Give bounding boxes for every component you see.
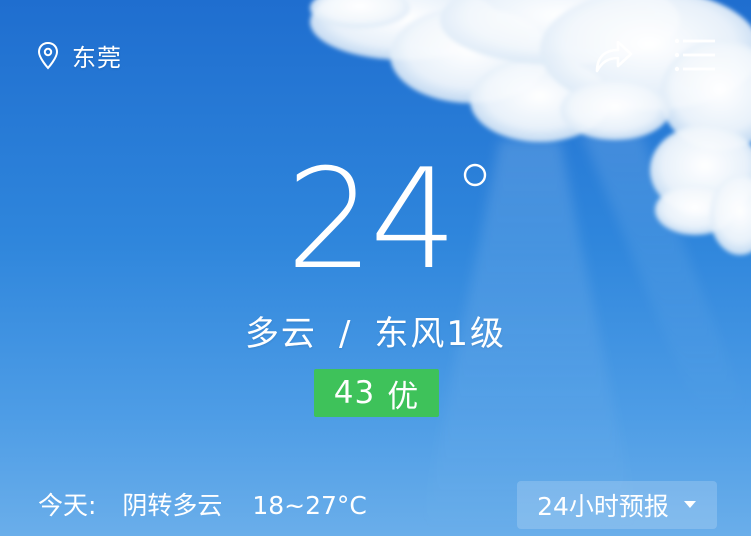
share-icon[interactable] (591, 35, 635, 75)
condition-separator: / (338, 314, 353, 354)
forecast-button-label: 24小时预报 (537, 492, 669, 521)
location-name: 东莞 (72, 44, 122, 72)
aqi-badge[interactable]: 43 优 (314, 369, 439, 417)
aqi-level: 优 (387, 378, 420, 415)
wind-description: 东风1级 (374, 314, 507, 354)
aqi-value: 43 (333, 375, 376, 411)
weather-condition: 多云 / 东风1级 (0, 306, 751, 355)
menu-icon[interactable] (674, 37, 716, 73)
today-description: 阴转多云 (122, 491, 223, 520)
location-pin-icon (37, 41, 59, 69)
today-summary: 今天: 阴转多云 18~27°C (38, 486, 367, 522)
forecast-24h-button[interactable]: 24小时预报 (517, 481, 717, 529)
weather-description: 多云 (244, 314, 317, 354)
weather-screen: 东莞 24 多云 / 东风1级 43 优 今天: 阴转多云 18~27°C 24小时… (0, 0, 751, 536)
today-temperature-range: 18~27°C (252, 491, 367, 520)
degree-symbol (463, 163, 487, 187)
today-label: 今天: (38, 491, 97, 520)
caret-down-icon (683, 501, 696, 508)
location-selector[interactable]: 东莞 (36, 38, 122, 73)
current-temperature: 24 (286, 139, 487, 300)
temperature-value: 24 (286, 139, 458, 300)
